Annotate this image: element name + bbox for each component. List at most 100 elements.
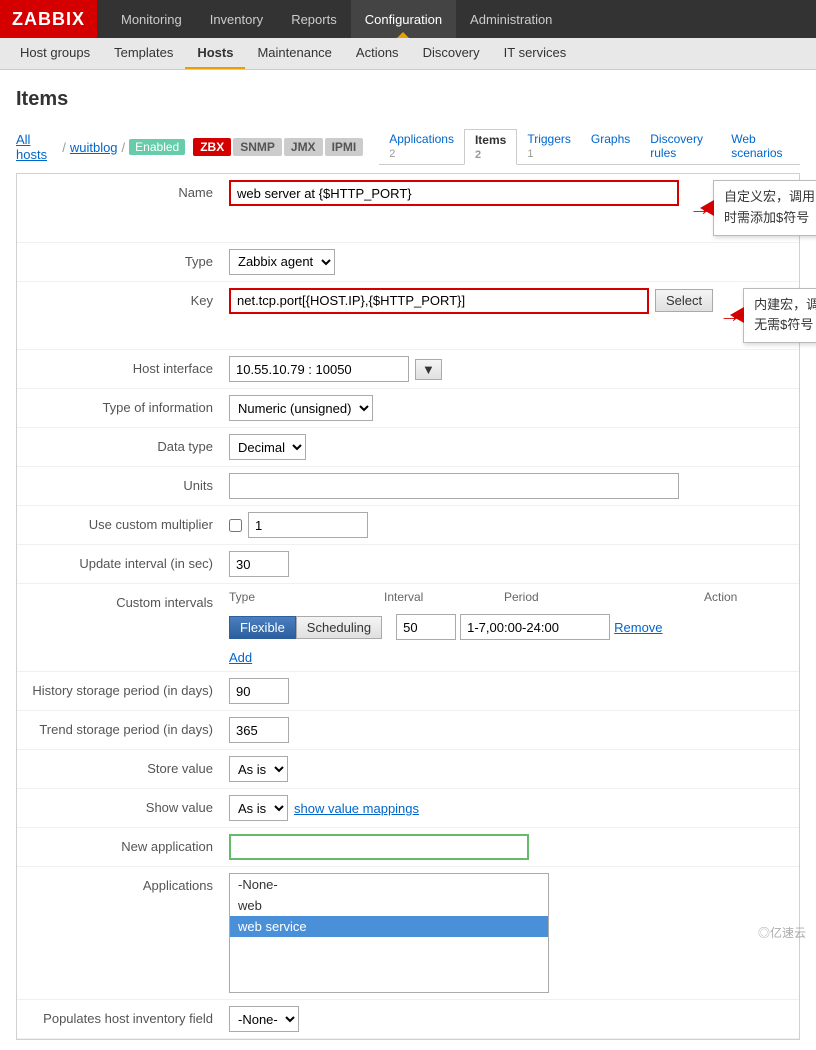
col-interval-header: Interval (384, 590, 504, 604)
tab-triggers[interactable]: Triggers 1 (517, 129, 581, 165)
app-item-web-service[interactable]: web service (230, 916, 548, 937)
nav-discovery[interactable]: Discovery (411, 38, 492, 69)
nav-host-groups[interactable]: Host groups (8, 38, 102, 69)
store-value-label: Store value (29, 756, 229, 776)
name-label: Name (29, 180, 229, 200)
data-type-select[interactable]: Decimal (229, 434, 306, 460)
period-value-input[interactable] (460, 614, 610, 640)
trend-label: Trend storage period (in days) (29, 717, 229, 737)
type-select[interactable]: Zabbix agent (229, 249, 335, 275)
data-type-label: Data type (29, 434, 229, 454)
breadcrumb-sep2: / (122, 140, 126, 155)
multiplier-label: Use custom multiplier (29, 512, 229, 532)
history-input[interactable] (229, 678, 289, 704)
history-label: History storage period (in days) (29, 678, 229, 698)
store-value-select[interactable]: As is (229, 756, 288, 782)
interval-row-1: Flexible Scheduling Remove (229, 614, 663, 640)
inventory-control: -None- (229, 1006, 787, 1032)
second-navigation: Host groups Templates Hosts Maintenance … (0, 38, 816, 70)
nav-it-services[interactable]: IT services (492, 38, 579, 69)
nav-actions[interactable]: Actions (344, 38, 411, 69)
data-type-control: Decimal (229, 434, 787, 460)
watermark: ◎亿速云 (758, 924, 806, 941)
applications-row: Applications -None- web web service (17, 867, 799, 1000)
type-info-select[interactable]: Numeric (unsigned) (229, 395, 373, 421)
units-row: Units (17, 467, 799, 506)
remove-link[interactable]: Remove (614, 620, 662, 635)
host-interface-control: ▼ (229, 356, 787, 382)
tab-applications[interactable]: Applications 2 (379, 129, 464, 165)
name-control (229, 180, 679, 206)
breadcrumb-all-hosts[interactable]: All hosts (16, 132, 58, 162)
new-application-row: New application (17, 828, 799, 867)
breadcrumb-host[interactable]: wuitblog (70, 140, 118, 155)
new-app-input[interactable] (229, 834, 529, 860)
app-item-web[interactable]: web (230, 895, 548, 916)
update-interval-control (229, 551, 787, 577)
history-row: History storage period (in days) (17, 672, 799, 711)
name-row: Name → 自定义宏，调用 时需添加$符号 (17, 174, 799, 243)
proto-snmp[interactable]: SNMP (233, 138, 282, 156)
show-value-select[interactable]: As is (229, 795, 288, 821)
inventory-select[interactable]: -None- (229, 1006, 299, 1032)
trend-input[interactable] (229, 717, 289, 743)
multiplier-checkbox[interactable] (229, 519, 242, 532)
tab-items[interactable]: Items 2 (464, 129, 517, 165)
custom-intervals-control: Type Interval Period Action Flexible Sch… (229, 590, 787, 665)
nav-administration[interactable]: Administration (456, 0, 566, 38)
nav-templates[interactable]: Templates (102, 38, 185, 69)
show-value-label: Show value (29, 795, 229, 815)
multiplier-row: Use custom multiplier (17, 506, 799, 545)
form-section: Name → 自定义宏，调用 时需添加$符号 Typ (16, 173, 800, 1040)
flexible-tab[interactable]: Flexible (229, 616, 296, 639)
proto-jmx[interactable]: JMX (284, 138, 323, 156)
scheduling-tab[interactable]: Scheduling (296, 616, 382, 639)
inventory-label: Populates host inventory field (29, 1006, 229, 1026)
tab-discovery-rules[interactable]: Discovery rules (640, 129, 721, 165)
host-interface-input[interactable] (229, 356, 409, 382)
key-input[interactable] (229, 288, 649, 314)
units-control (229, 473, 787, 499)
update-interval-input[interactable] (229, 551, 289, 577)
multiplier-value[interactable] (248, 512, 368, 538)
interval-type-tabs: Flexible Scheduling (229, 616, 382, 639)
col-action-header: Action (704, 590, 737, 604)
show-value-row: Show value As is show value mappings (17, 789, 799, 828)
nav-monitoring[interactable]: Monitoring (107, 0, 196, 38)
tab-web-scenarios[interactable]: Web scenarios (721, 129, 800, 165)
applications-list: -None- web web service (229, 873, 549, 993)
page-title: Items (16, 80, 800, 119)
annotation-custom-macro: 自定义宏，调用 时需添加$符号 (713, 180, 816, 236)
nav-reports[interactable]: Reports (277, 0, 351, 38)
host-interface-dropdown[interactable]: ▼ (415, 359, 442, 380)
nav-hosts[interactable]: Hosts (185, 38, 245, 69)
page-content: Items All hosts / wuitblog / Enabled ZBX… (0, 70, 816, 1050)
annotation-builtin-macro: 内建宏，调用时 无需$符号 (743, 288, 816, 344)
intervals-header: Type Interval Period Action (229, 590, 737, 604)
update-interval-row: Update interval (in sec) (17, 545, 799, 584)
custom-intervals-row: Custom intervals Type Interval Period Ac… (17, 584, 799, 672)
select-button[interactable]: Select (655, 289, 713, 312)
proto-zbx[interactable]: ZBX (193, 138, 231, 156)
key-control: Select (229, 288, 713, 314)
units-input[interactable] (229, 473, 679, 499)
col-type-header: Type (229, 590, 384, 604)
nav-maintenance[interactable]: Maintenance (245, 38, 343, 69)
breadcrumb-status: Enabled (129, 139, 185, 155)
type-control: Zabbix agent (229, 249, 787, 275)
proto-ipmi[interactable]: IPMI (325, 138, 364, 156)
nav-inventory[interactable]: Inventory (196, 0, 277, 38)
top-nav-items: Monitoring Inventory Reports Configurati… (107, 0, 566, 38)
add-interval-link[interactable]: Add (229, 650, 252, 665)
app-item-none[interactable]: -None- (230, 874, 548, 895)
trend-control (229, 717, 787, 743)
name-input[interactable] (229, 180, 679, 206)
top-navigation: ZABBIX Monitoring Inventory Reports Conf… (0, 0, 816, 38)
interval-value-input[interactable] (396, 614, 456, 640)
nav-configuration[interactable]: Configuration (351, 0, 456, 38)
history-control (229, 678, 787, 704)
tab-graphs[interactable]: Graphs (581, 129, 640, 165)
show-value-mappings-link[interactable]: show value mappings (294, 801, 419, 816)
items-form: Name → 自定义宏，调用 时需添加$符号 Typ (16, 173, 800, 1040)
type-info-row: Type of information Numeric (unsigned) (17, 389, 799, 428)
